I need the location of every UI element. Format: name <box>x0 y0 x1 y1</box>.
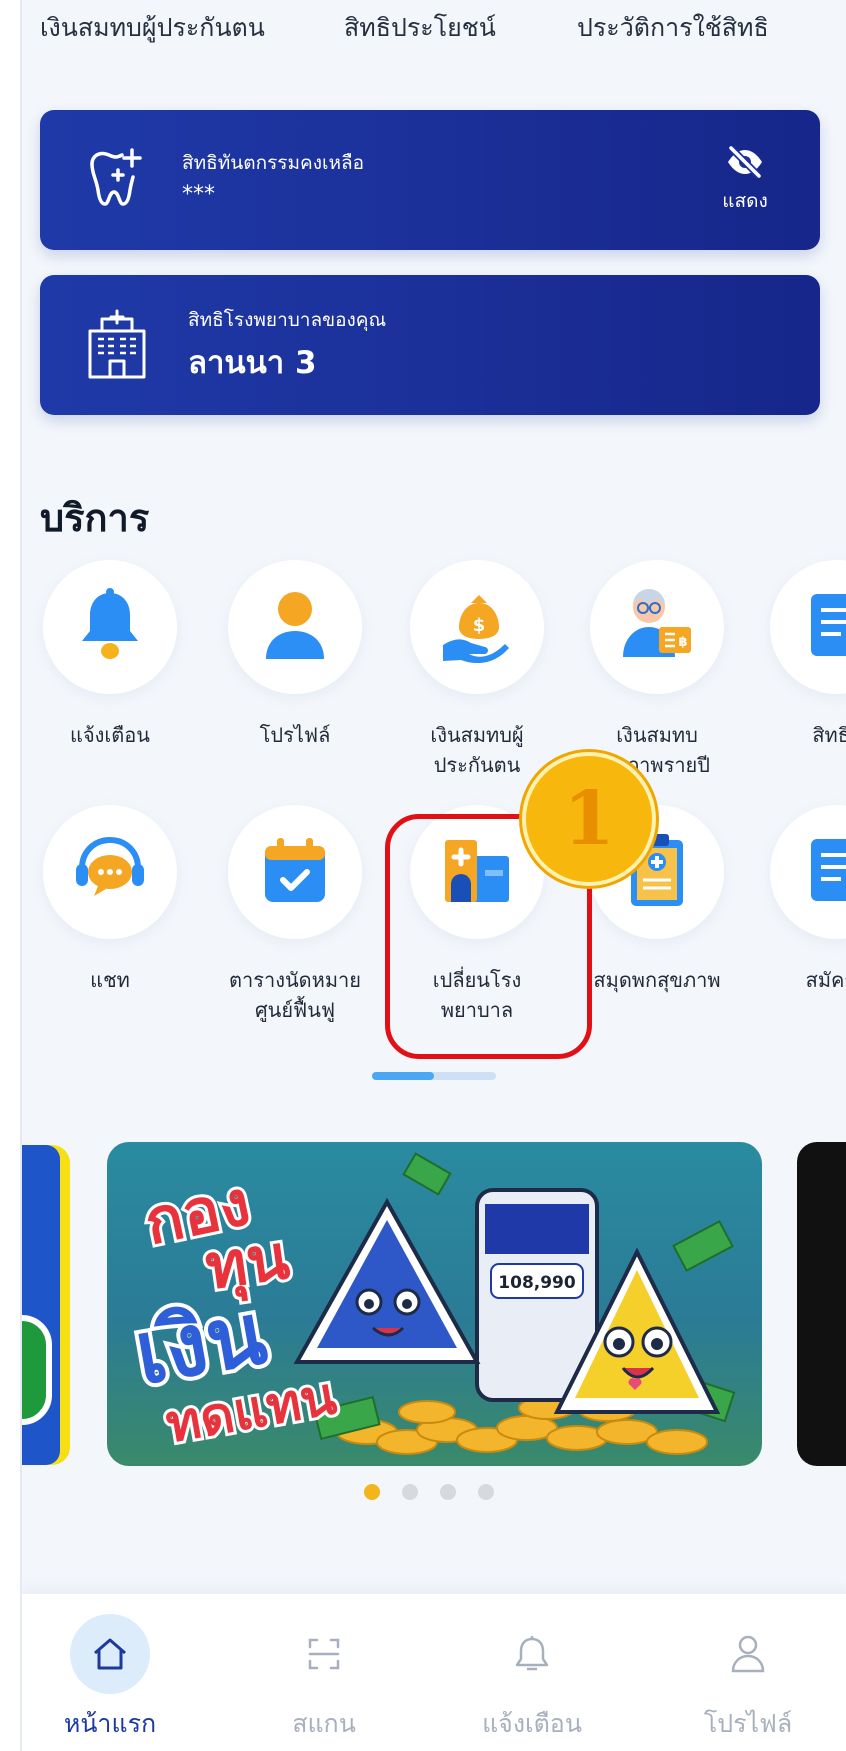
tab-contributions[interactable]: เงินสมทบผู้ประกันตน <box>40 8 265 48</box>
service-label: สิทธิผู้ <box>812 723 846 747</box>
nav-label: สแกน <box>292 1709 356 1738</box>
bell-outline-icon <box>492 1614 572 1694</box>
step-number-badge: 1 <box>522 752 656 886</box>
tooth-plus-icon <box>80 144 152 220</box>
user-icon <box>262 587 328 667</box>
show-balance-button[interactable]: แสดง <box>710 145 780 216</box>
dental-benefit-value: *** <box>182 182 215 207</box>
show-balance-label: แสดง <box>722 190 768 212</box>
nav-notifications[interactable]: แจ้งเตือน <box>452 1614 612 1744</box>
services-pager <box>372 1072 496 1080</box>
app-screen: เงินสมทบผู้ประกันตน สิทธิประโยชน์ ประวัต… <box>20 0 846 1751</box>
service-chat[interactable]: แชท <box>22 805 200 995</box>
service-label: โปรไฟล์ <box>259 723 331 747</box>
hospital-benefit-label: สิทธิโรงพยาบาลของคุณ <box>188 309 387 331</box>
elderly-money-icon: ฿ <box>619 587 695 667</box>
document-icon <box>807 835 846 909</box>
services-title: บริการ <box>40 496 150 540</box>
service-rights[interactable]: สิทธิผู้ <box>747 560 846 750</box>
nav-home[interactable]: หน้าแรก <box>30 1614 190 1744</box>
carousel-dot[interactable] <box>440 1484 456 1500</box>
svg-text:$: $ <box>473 615 486 636</box>
bell-icon <box>75 587 145 667</box>
promo-banner[interactable]: 108,990 กอง ทุน เงิน ทดแทน <box>107 1142 762 1466</box>
eye-off-icon <box>725 145 765 182</box>
hospital-building-icon <box>84 309 150 385</box>
bottom-navigation: หน้าแรก สแกน แจ้งเตือน โปรไฟล์ <box>22 1594 846 1751</box>
banner-next-card[interactable] <box>797 1142 846 1466</box>
top-tab-bar: เงินสมทบผู้ประกันตน สิทธิประโยชน์ ประวัต… <box>22 0 846 48</box>
nav-label: โปรไฟล์ <box>703 1709 793 1738</box>
service-insured-contributions[interactable]: $ เงินสมทบผู้ ประกันตน <box>387 560 567 780</box>
service-register[interactable]: สมัครม <box>747 805 846 995</box>
phone-amount: 108,990 <box>498 1273 576 1293</box>
promo-banner-art: 108,990 กอง ทุน เงิน ทดแทน <box>124 1152 736 1458</box>
nav-label: แจ้งเตือน <box>482 1709 582 1738</box>
service-profile[interactable]: โปรไฟล์ <box>205 560 385 750</box>
service-label: ตารางนัดหมาย ศูนย์ฟื้นฟู <box>229 968 361 1022</box>
document-icon <box>807 590 846 664</box>
service-label: เงินสมทบผู้ ประกันตน <box>430 723 524 777</box>
nav-scan[interactable]: สแกน <box>244 1614 404 1744</box>
dental-benefit-card[interactable]: สิทธิทันตกรรมคงเหลือ *** แสดง <box>40 110 820 250</box>
service-label: สมุดพกสุขภาพ <box>593 968 721 992</box>
service-annual-contributions[interactable]: ฿ เงินสมทบ ราภาพรายปี <box>567 560 747 780</box>
calendar-check-icon <box>259 834 331 910</box>
tab-benefits[interactable]: สิทธิประโยชน์ <box>344 8 496 48</box>
service-label: แชท <box>90 968 130 992</box>
dental-benefit-label: สิทธิทันตกรรมคงเหลือ <box>182 152 365 174</box>
service-label: แจ้งเตือน <box>70 723 150 747</box>
carousel-dot-active[interactable] <box>364 1484 380 1500</box>
services-pager-indicator <box>372 1072 434 1080</box>
carousel-dot[interactable] <box>478 1484 494 1500</box>
service-notifications[interactable]: แจ้งเตือน <box>22 560 200 750</box>
nav-profile[interactable]: โปรไฟล์ <box>668 1614 828 1744</box>
banner-prev-card[interactable] <box>22 1145 70 1465</box>
svg-text:฿: ฿ <box>678 635 687 650</box>
chat-support-icon <box>72 832 148 912</box>
hospital-name: ลานนา 3 <box>188 345 317 381</box>
carousel-dot[interactable] <box>402 1484 418 1500</box>
nav-label: หน้าแรก <box>63 1709 157 1738</box>
user-outline-icon <box>708 1614 788 1694</box>
service-rehab-appointments[interactable]: ตารางนัดหมาย ศูนย์ฟื้นฟู <box>205 805 385 1025</box>
service-label: สมัครม <box>805 968 846 992</box>
tab-usage-history[interactable]: ประวัติการใช้สิทธิ <box>577 8 769 48</box>
hospital-benefit-card[interactable]: สิทธิโรงพยาบาลของคุณ ลานนา 3 <box>40 275 820 415</box>
scan-icon <box>284 1614 364 1694</box>
money-bag-hand-icon: $ <box>439 587 515 667</box>
home-icon <box>70 1614 150 1694</box>
